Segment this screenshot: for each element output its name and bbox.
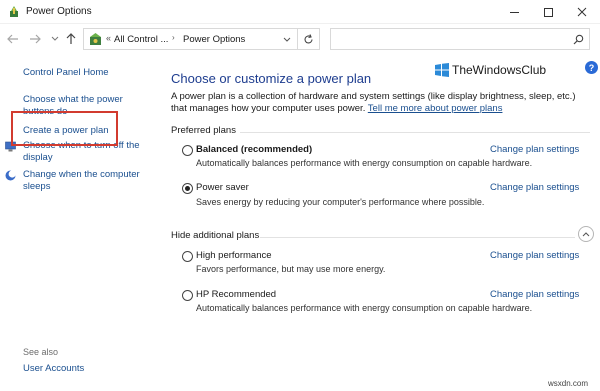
hide-additional-plans-heading[interactable]: Hide additional plans xyxy=(171,230,259,241)
sidebar-item-control-panel-home[interactable]: Control Panel Home xyxy=(23,67,151,79)
breadcrumb-separator[interactable]: › xyxy=(172,33,175,42)
section-divider xyxy=(260,237,575,238)
plan-desc-power-saver: Saves energy by reducing your computer's… xyxy=(196,197,485,207)
breadcrumb-control-panel[interactable]: All Control ... xyxy=(114,34,168,45)
intro-description: A power plan is a collection of hardware… xyxy=(171,91,591,115)
site-credit: wsxdn.com xyxy=(548,379,589,388)
change-plan-settings-balanced[interactable]: Change plan settings xyxy=(490,144,579,155)
page-title: Choose or customize a power plan xyxy=(171,71,372,86)
left-task-pane: Control Panel Home Choose what the power… xyxy=(0,55,160,391)
navigation-bar: « All Control ... › Power Options xyxy=(0,25,600,53)
change-plan-settings-power-saver[interactable]: Change plan settings xyxy=(490,182,579,193)
radio-hp-recommended[interactable] xyxy=(182,290,193,301)
watermark-logo: TheWindowsClub xyxy=(435,63,546,77)
up-arrow-icon xyxy=(66,33,76,44)
up-button[interactable] xyxy=(63,31,79,47)
search-input[interactable] xyxy=(330,28,590,50)
plan-desc-balanced: Automatically balances performance with … xyxy=(196,158,533,168)
forward-arrow-icon xyxy=(30,34,41,44)
see-also-user-accounts[interactable]: User Accounts xyxy=(23,363,84,374)
watermark-text: TheWindowsClub xyxy=(452,63,547,77)
power-options-icon xyxy=(10,6,18,17)
help-icon[interactable]: ? xyxy=(585,61,598,74)
windows-logo-icon xyxy=(435,63,449,77)
refresh-icon xyxy=(304,33,313,43)
section-divider xyxy=(240,132,590,133)
breadcrumb-overflow[interactable]: « xyxy=(106,33,111,43)
address-bar[interactable]: « All Control ... › Power Options xyxy=(83,28,298,50)
control-panel-icon xyxy=(90,33,101,45)
window-title: Power Options xyxy=(26,6,92,17)
back-arrow-icon xyxy=(7,34,18,44)
plan-desc-hp-recommended: Automatically balances performance with … xyxy=(196,303,533,313)
forward-button[interactable] xyxy=(27,31,43,47)
main-content: Choose or customize a power plan TheWind… xyxy=(160,55,600,391)
radio-power-saver[interactable] xyxy=(182,183,193,194)
highlight-annotation-box xyxy=(11,111,118,146)
chevron-down-icon xyxy=(51,36,59,41)
change-plan-settings-high-performance[interactable]: Change plan settings xyxy=(490,250,579,261)
maximize-button[interactable] xyxy=(531,0,565,24)
chevron-up-icon xyxy=(582,232,590,237)
tell-me-more-link[interactable]: Tell me more about power plans xyxy=(368,103,503,114)
back-button[interactable] xyxy=(5,31,21,47)
recent-locations-button[interactable] xyxy=(47,31,63,47)
minimize-button[interactable] xyxy=(497,0,531,24)
maximize-icon xyxy=(543,7,553,17)
minimize-icon xyxy=(509,11,519,13)
plan-name-hp-recommended[interactable]: HP Recommended xyxy=(196,289,276,300)
collapse-button[interactable] xyxy=(578,226,594,242)
breadcrumb-power-options[interactable]: Power Options xyxy=(183,34,245,45)
see-also-heading: See also xyxy=(23,347,59,357)
change-plan-settings-hp-recommended[interactable]: Change plan settings xyxy=(490,289,579,300)
plan-desc-high-performance: Favors performance, but may use more ene… xyxy=(196,264,386,274)
radio-balanced[interactable] xyxy=(182,145,193,156)
plan-name-balanced[interactable]: Balanced (recommended) xyxy=(196,144,312,155)
plan-name-high-performance[interactable]: High performance xyxy=(196,250,272,261)
preferred-plans-heading: Preferred plans xyxy=(171,125,236,136)
radio-high-performance[interactable] xyxy=(182,251,193,262)
plan-name-power-saver[interactable]: Power saver xyxy=(196,182,249,193)
sleep-moon-icon xyxy=(5,170,16,181)
chevron-down-icon[interactable] xyxy=(282,35,292,45)
close-icon xyxy=(577,7,587,17)
refresh-button[interactable] xyxy=(298,28,320,50)
title-bar: Power Options xyxy=(0,0,600,24)
close-button[interactable] xyxy=(565,0,599,24)
search-icon xyxy=(573,34,584,45)
sidebar-item-computer-sleeps[interactable]: Change when the computer sleeps xyxy=(23,169,151,193)
